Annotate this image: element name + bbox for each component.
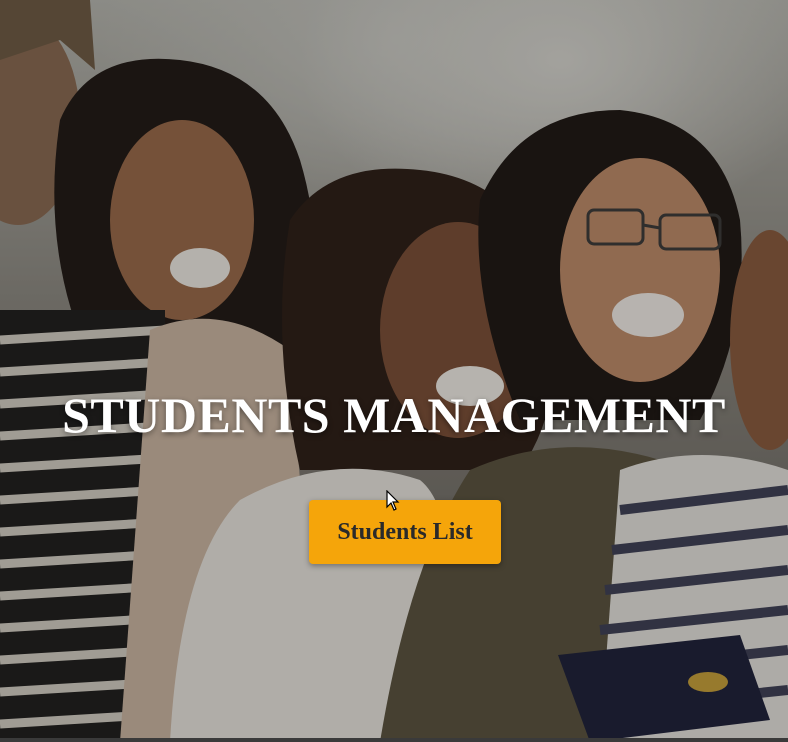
hero-section: STUDENTS MANAGEMENT Students List: [0, 0, 788, 742]
page-title: STUDENTS MANAGEMENT: [62, 387, 726, 443]
bottom-border: [0, 738, 788, 742]
mouse-pointer-icon: [386, 490, 400, 511]
hero-overlay: [0, 0, 788, 742]
students-list-button[interactable]: Students List: [309, 500, 501, 564]
